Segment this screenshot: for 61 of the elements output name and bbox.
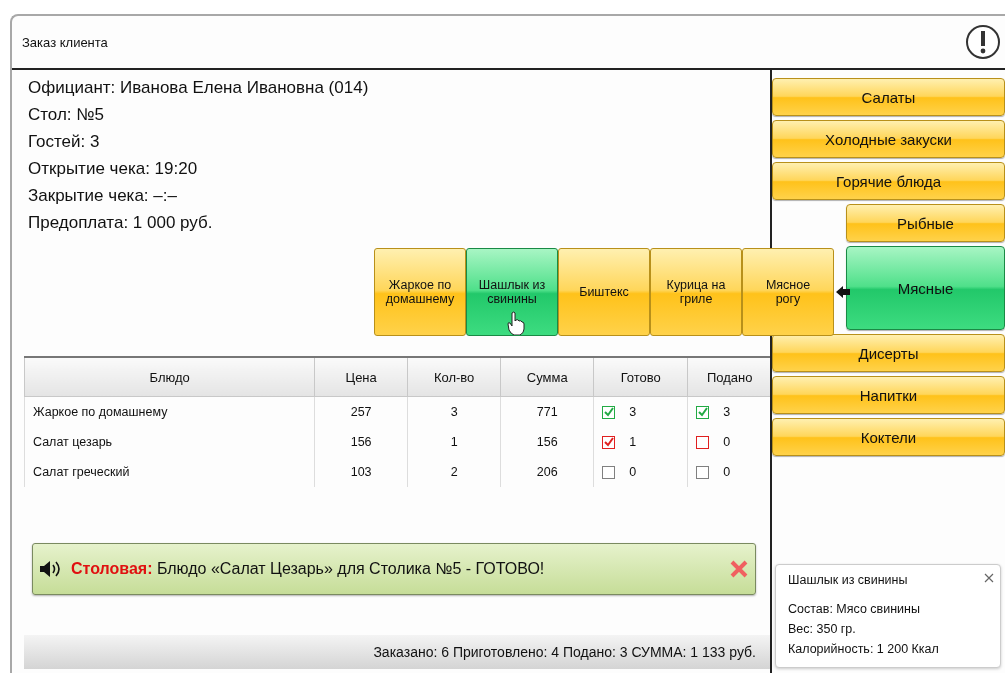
checkbox[interactable] (602, 405, 616, 419)
status-cell: 3 (687, 396, 772, 427)
quantity-cell: 1 (407, 427, 501, 457)
status-cell: 0 (687, 427, 772, 457)
order-info: Гостей: 3 (28, 131, 101, 153)
category-button[interactable]: Салаты (772, 78, 1005, 116)
category-button[interactable]: Холодные закуски (772, 120, 1005, 158)
order-info: Стол: №5 (28, 104, 105, 126)
price-cell: 257 (314, 396, 408, 427)
dish-button[interactable]: Биштекс (558, 248, 650, 336)
sum-cell: 156 (500, 427, 594, 457)
quantity-cell: 2 (407, 457, 501, 487)
status-cell: 0 (687, 457, 772, 487)
dish-button[interactable]: Мясное рогу (742, 248, 834, 336)
checkbox[interactable] (602, 465, 616, 479)
column-header[interactable]: Блюдо (24, 357, 315, 397)
price-cell: 156 (314, 427, 408, 457)
window-title: Заказ клиента (22, 34, 108, 50)
tooltip-title: Шашлык из свинины (788, 573, 909, 587)
status-cell: 0 (593, 457, 688, 487)
hand-cursor-icon (507, 311, 525, 335)
subcategory-button[interactable]: Рыбные (846, 204, 1005, 242)
dish-cell: Салат цезарь (24, 427, 315, 457)
dish-button[interactable]: Жаркое по домашнему (374, 248, 466, 336)
notification-text: Столовая: Блюдо «Салат Цезарь» для Столика №5 - ГОТОВО! (71, 560, 546, 578)
status-cell: 1 (593, 427, 688, 457)
dish-cell: Салат греческий (24, 457, 315, 487)
column-header[interactable]: Сумма (500, 357, 594, 397)
column-header[interactable]: Цена (314, 357, 408, 397)
checkbox[interactable] (696, 465, 710, 479)
order-info: Закрытие чека: –:– (28, 185, 178, 207)
arrow-icon (836, 285, 850, 299)
order-summary: Заказано: 6 Приготовлено: 4 Подано: 3 СУММА: 1 133 руб. (373, 644, 756, 660)
tooltip-line: Состав: Мясо свинины (788, 601, 921, 618)
close-icon[interactable] (729, 559, 749, 579)
checkbox[interactable] (696, 405, 710, 419)
dish-cell: Жаркое по домашнему (24, 396, 315, 427)
order-info: Предоплата: 1 000 руб. (28, 212, 214, 234)
order-info: Открытие чека: 19:20 (28, 158, 199, 180)
sum-cell: 206 (500, 457, 594, 487)
quantity-cell: 3 (407, 396, 501, 427)
category-button[interactable]: Напитки (772, 376, 1005, 414)
checkbox[interactable] (602, 435, 616, 449)
column-header[interactable]: Подано (687, 357, 772, 397)
sum-cell: 771 (500, 396, 594, 427)
tooltip-line: Вес: 350 гр. (788, 621, 857, 638)
dish-button[interactable]: Шашлык из свинины (466, 248, 558, 336)
checkbox[interactable] (696, 435, 710, 449)
column-header[interactable]: Кол-во (407, 357, 501, 397)
order-info: Официант: Иванова Елена Ивановна (014) (28, 77, 370, 99)
subcategory-button[interactable]: Мясные (846, 246, 1005, 330)
column-header[interactable]: Готово (593, 357, 688, 397)
status-cell: 3 (593, 396, 688, 427)
category-button[interactable]: Коктели (772, 418, 1005, 456)
dish-button[interactable]: Курица на гриле (650, 248, 742, 336)
speaker-icon (39, 560, 61, 578)
price-cell: 103 (314, 457, 408, 487)
tooltip-line: Калорийность: 1 200 Ккал (788, 641, 940, 658)
category-button[interactable]: Дисерты (772, 334, 1005, 372)
alert-icon[interactable] (965, 24, 1001, 60)
category-button[interactable]: Горячие блюда (772, 162, 1005, 200)
